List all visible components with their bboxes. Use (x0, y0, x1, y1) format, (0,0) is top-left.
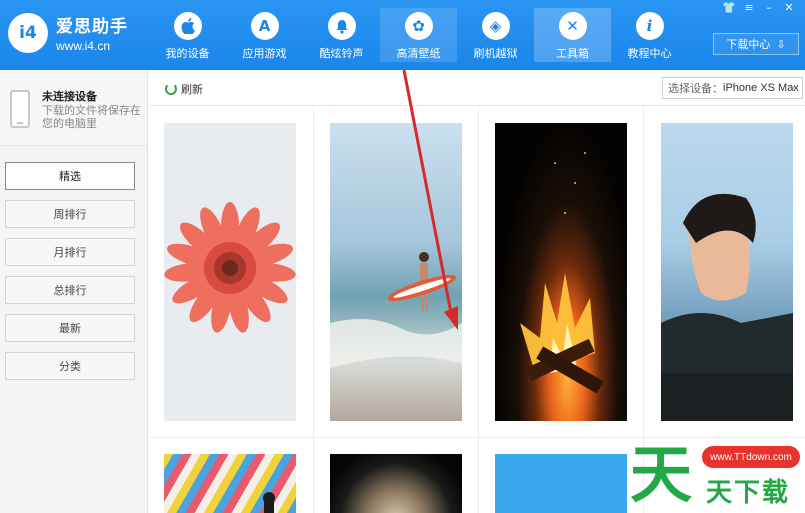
download-icon: ⇩ (776, 38, 786, 51)
menu-featured[interactable]: 精选 (5, 162, 135, 190)
wallpaper-blue[interactable] (495, 454, 627, 513)
device-status: 未连接设备 下载的文件将保存在您的电脑里 (0, 70, 147, 146)
skin-icon[interactable]: 👕 (721, 2, 737, 14)
device-subtitle: 下载的文件将保存在您的电脑里 (42, 105, 141, 130)
device-select-prefix: 选择设备： (668, 83, 723, 95)
wallpaper-surfer-beach[interactable] (330, 123, 462, 421)
nav-apps-games[interactable]: A 应用游戏 (226, 8, 303, 62)
watermark-url: www.TTdown.com (702, 446, 800, 468)
wallpaper-colorful-stripes[interactable] (164, 454, 296, 513)
wallpaper-portrait-man[interactable] (661, 123, 793, 421)
download-center-button[interactable]: 下载中心 ⇩ (713, 33, 799, 55)
menu-newest[interactable]: 最新 (5, 314, 135, 342)
device-select-value: iPhone XS Max (723, 82, 799, 94)
category-menu: 精选 周排行 月排行 总排行 最新 分类 (0, 146, 147, 380)
app-name: 爱思助手 (56, 17, 128, 36)
app-store-icon: A (250, 12, 279, 40)
phone-icon (10, 90, 30, 128)
refresh-button[interactable]: 刷新 (165, 81, 203, 97)
menu-total-rank[interactable]: 总排行 (5, 276, 135, 304)
menu-categories[interactable]: 分类 (5, 352, 135, 380)
nav-my-device[interactable]: 我的设备 (149, 8, 226, 62)
wallpaper-planet-dark[interactable] (330, 454, 462, 513)
window-controls: 👕 ≡ – ✕ (721, 2, 797, 14)
menu-weekly-rank[interactable]: 周排行 (5, 200, 135, 228)
nav-flash-jailbreak[interactable]: ◈ 刷机越狱 (457, 8, 534, 62)
main-nav: 我的设备 A 应用游戏 酷炫铃声 ✿ 高清壁纸 ◈ 刷机越狱 ✕ 工具箱 i 教… (149, 8, 688, 62)
device-title: 未连接设备 (42, 91, 97, 103)
nav-wallpapers[interactable]: ✿ 高清壁纸 (380, 8, 457, 62)
app-header: i4 爱思助手 www.i4.cn 我的设备 A 应用游戏 酷炫铃声 ✿ 高清壁… (0, 0, 805, 70)
dropbox-icon: ◈ (481, 12, 510, 40)
watermark-glyph: 天 (630, 438, 693, 511)
app-logo: i4 爱思助手 www.i4.cn (8, 12, 128, 53)
sidebar: 未连接设备 下载的文件将保存在您的电脑里 精选 周排行 月排行 总排行 最新 分… (0, 70, 148, 513)
wallpaper-pink-gerbera[interactable] (164, 123, 296, 421)
minimize-button[interactable]: – (761, 2, 777, 14)
chevron-down-icon: ⌄ (788, 81, 797, 92)
nav-tutorials[interactable]: i 教程中心 (611, 8, 688, 62)
menu-icon[interactable]: ≡ (741, 2, 757, 14)
i4-logo-icon: i4 (8, 12, 48, 53)
nav-toolbox[interactable]: ✕ 工具箱 (534, 8, 611, 62)
watermark-text: 天下载 (706, 478, 791, 508)
grid-divider (313, 106, 314, 513)
grid-divider (149, 437, 805, 438)
apple-icon (173, 12, 202, 40)
bell-icon (327, 12, 356, 40)
content-toolbar: 刷新 选择设备： iPhone XS Max ⌄ (149, 70, 805, 106)
grid-divider (478, 106, 479, 513)
wallpaper-campfire[interactable] (495, 123, 627, 421)
info-icon: i (635, 12, 664, 40)
refresh-icon (165, 83, 177, 95)
device-select[interactable]: 选择设备： iPhone XS Max ⌄ (662, 77, 803, 99)
watermark: 天 www.TTdown.com 天下载 (630, 440, 805, 513)
close-button[interactable]: ✕ (781, 2, 797, 14)
download-center-label: 下载中心 (726, 39, 771, 51)
app-url: www.i4.cn (56, 39, 111, 53)
flower-icon: ✿ (404, 12, 433, 40)
nav-ringtones[interactable]: 酷炫铃声 (303, 8, 380, 62)
menu-monthly-rank[interactable]: 月排行 (5, 238, 135, 266)
refresh-label: 刷新 (181, 84, 203, 96)
tools-icon: ✕ (558, 12, 587, 40)
